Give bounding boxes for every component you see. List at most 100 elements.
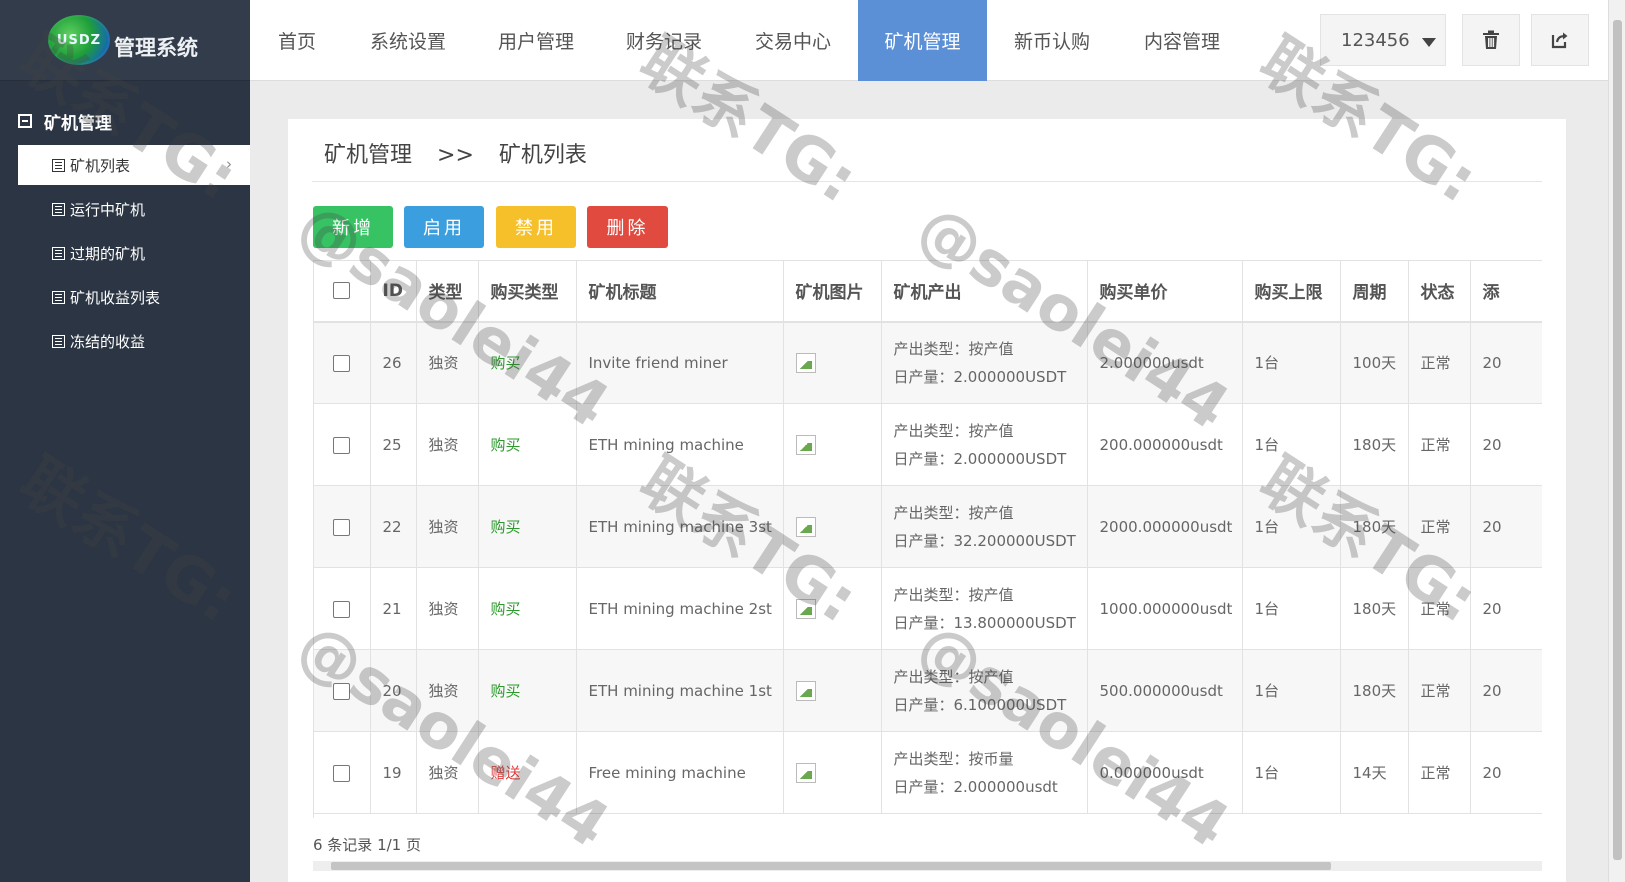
sidebar-item-frozen-earnings[interactable]: 冻结的收益 <box>18 321 250 361</box>
sidebar-item-miner-list[interactable]: 矿机列表 › <box>18 145 250 185</box>
column-header-image[interactable]: 矿机图片 <box>783 260 882 323</box>
disable-button[interactable]: 禁用 <box>496 206 576 248</box>
output-type: 产出类型：按产值 <box>893 339 1014 358</box>
cell-added: 20 <box>1470 403 1542 486</box>
trash-icon <box>1483 30 1499 49</box>
horizontal-scrollbar-thumb[interactable] <box>331 862 1331 870</box>
delete-button[interactable]: 删除 <box>587 206 668 248</box>
add-button[interactable]: 新增 <box>313 206 393 248</box>
cell-cycle: 14天 <box>1340 731 1409 814</box>
cell-limit: 1台 <box>1242 403 1341 486</box>
cell-id: 25 <box>370 403 417 486</box>
sidebar-group-miner[interactable]: 矿机管理 <box>0 101 250 141</box>
row-checkbox[interactable] <box>333 436 351 454</box>
clear-cache-button[interactable] <box>1462 14 1520 66</box>
nav-finance-records[interactable]: 财务记录 <box>600 0 728 81</box>
column-header-status[interactable]: 状态 <box>1408 260 1471 323</box>
vertical-scrollbar-thumb[interactable] <box>1613 20 1622 860</box>
cell-output: 产出类型：按产值 日产量：2.000000USDT <box>881 321 1088 404</box>
cell-image <box>783 485 882 568</box>
cell-output: 产出类型：按产值 日产量：2.000000USDT <box>881 403 1088 486</box>
output-type: 产出类型：按产值 <box>893 667 1014 686</box>
column-header-output[interactable]: 矿机产出 <box>881 260 1088 323</box>
list-icon <box>52 158 65 172</box>
nav-new-coin-subscription[interactable]: 新币认购 <box>987 0 1117 81</box>
column-header-type[interactable]: 类型 <box>416 260 479 323</box>
cell-limit: 1台 <box>1242 485 1341 568</box>
username: 123456 <box>1341 29 1410 51</box>
sidebar-item-miner-earnings[interactable]: 矿机收益列表 <box>18 277 250 317</box>
cell-image <box>783 567 882 650</box>
cell-id: 21 <box>370 567 417 650</box>
vertical-scrollbar[interactable] <box>1608 0 1625 882</box>
row-checkbox[interactable] <box>333 682 351 700</box>
horizontal-scrollbar[interactable] <box>313 861 1542 871</box>
table-row[interactable]: 25 独资 购买 ETH mining machine 产出类型：按产值 日产量：2.00… <box>314 403 1542 486</box>
cell-image <box>783 403 882 486</box>
breadcrumb-current: 矿机列表 <box>498 143 587 168</box>
sidebar-item-running-miners[interactable]: 运行中矿机 <box>18 189 250 229</box>
cell-limit: 1台 <box>1242 649 1341 732</box>
table-row[interactable]: 21 独资 购买 ETH mining machine 2st 产出类型：按产值 日产量：… <box>314 567 1542 650</box>
row-checkbox[interactable] <box>333 600 351 618</box>
nav-system-settings[interactable]: 系统设置 <box>344 0 472 81</box>
cell-image <box>783 649 882 732</box>
breadcrumb: 矿机管理 >> 矿机列表 <box>324 137 605 169</box>
user-dropdown[interactable]: 123456 <box>1320 14 1446 66</box>
sidebar-group-label: 矿机管理 <box>44 113 112 134</box>
cell-output: 产出类型：按产值 日产量：13.800000USDT <box>881 567 1088 650</box>
cell-buy-type: 购买 <box>478 649 577 732</box>
cell-id: 20 <box>370 649 417 732</box>
cell-price: 0.000000usdt <box>1087 731 1243 814</box>
cell-price: 2.000000usdt <box>1087 321 1243 404</box>
app-title: 管理系统 <box>114 36 198 60</box>
nav-home[interactable]: 首页 <box>250 0 344 81</box>
row-checkbox[interactable] <box>333 518 351 536</box>
column-header-cycle[interactable]: 周期 <box>1340 260 1409 323</box>
output-daily: 日产量：6.100000USDT <box>893 695 1067 714</box>
logo-icon: USDZ <box>48 15 110 65</box>
cell-type: 独资 <box>416 649 479 732</box>
cell-id: 26 <box>370 321 417 404</box>
table-row[interactable]: 26 独资 购买 Invite friend miner 产出类型：按产值 日产量：2.0… <box>314 321 1542 404</box>
nav-content-management[interactable]: 内容管理 <box>1117 0 1247 81</box>
output-type: 产出类型：按币量 <box>893 749 1014 768</box>
sidebar: USDZ 管理系统 矿机管理 矿机列表 › 运行中矿机 过期的矿机 矿机收益列表… <box>0 0 250 882</box>
column-header-title[interactable]: 矿机标题 <box>576 260 784 323</box>
cell-status: 正常 <box>1408 403 1471 486</box>
enable-button[interactable]: 启用 <box>404 206 484 248</box>
cell-cycle: 100天 <box>1340 321 1409 404</box>
cell-added: 20 <box>1470 731 1542 814</box>
caret-down-icon <box>1421 37 1436 47</box>
collapse-icon <box>18 114 32 128</box>
sidebar-item-expired-miners[interactable]: 过期的矿机 <box>18 233 250 273</box>
nav-trading-center[interactable]: 交易中心 <box>728 0 858 81</box>
logout-button[interactable] <box>1531 14 1589 66</box>
row-checkbox[interactable] <box>333 764 351 782</box>
cell-output: 产出类型：按产值日产量：6.100000USDT <box>881 649 1088 732</box>
column-header-added[interactable]: 添 <box>1470 260 1542 323</box>
list-icon <box>52 246 65 260</box>
cell-added: 20 <box>1470 649 1542 732</box>
cell-limit: 1台 <box>1242 567 1341 650</box>
output-type: 产出类型：按产值 <box>893 421 1014 440</box>
column-header-buy-type[interactable]: 购买类型 <box>478 260 577 323</box>
table-row[interactable]: 22 独资 购买 ETH mining machine 3st 产出类型：按产值 日产量：… <box>314 485 1542 568</box>
column-header-id[interactable]: ID <box>370 260 417 323</box>
row-select-cell <box>314 403 371 486</box>
table-row[interactable]: 19 独资 赠送 Free mining machine 产出类型：按币量 日产量：2.0… <box>314 731 1542 814</box>
cell-added: 20 <box>1470 567 1542 650</box>
cell-status: 正常 <box>1408 567 1471 650</box>
cell-buy-type: 赠送 <box>478 731 577 814</box>
row-checkbox[interactable] <box>333 354 351 372</box>
column-header-limit[interactable]: 购买上限 <box>1242 260 1341 323</box>
select-all-checkbox[interactable] <box>333 282 351 300</box>
cell-title: Free mining machine <box>576 731 784 814</box>
nav-miner-management[interactable]: 矿机管理 <box>858 0 987 81</box>
cell-title: ETH mining machine 2st <box>576 567 784 650</box>
breadcrumb-parent[interactable]: 矿机管理 <box>324 143 412 168</box>
cell-type: 独资 <box>416 731 479 814</box>
column-header-price[interactable]: 购买单价 <box>1087 260 1243 323</box>
table-row[interactable]: 20 独资 购买 ETH mining machine 1st 产出类型：按产值 日产量：… <box>314 649 1542 732</box>
nav-user-management[interactable]: 用户管理 <box>472 0 600 81</box>
